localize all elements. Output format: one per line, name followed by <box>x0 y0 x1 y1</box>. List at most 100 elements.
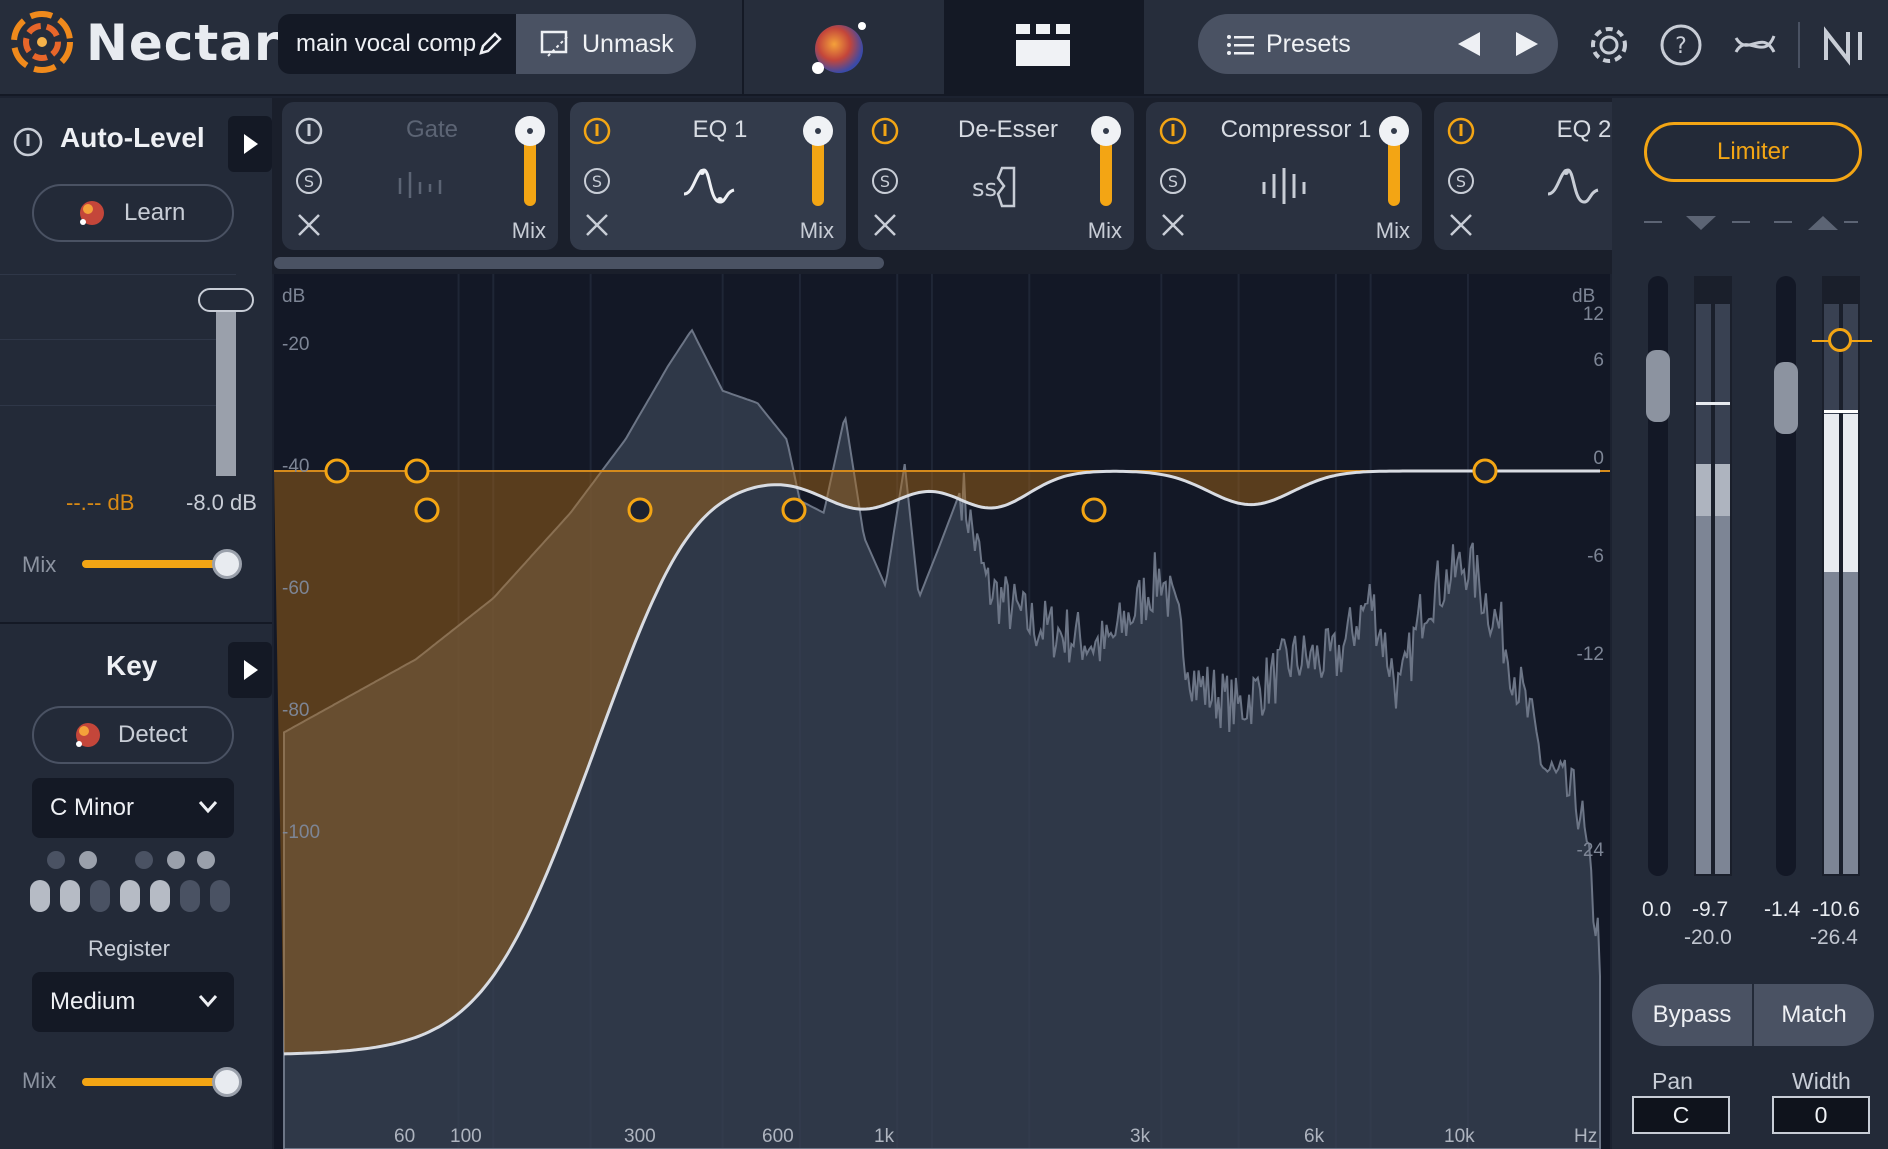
top-bar: Nectar main vocal comp Unmask Presets ? <box>0 0 1888 96</box>
module-chain-scrollbar[interactable] <box>274 257 884 269</box>
limiter-button[interactable]: Limiter <box>1644 122 1862 182</box>
module-type-icon: ss <box>972 166 1016 208</box>
input-peak-value: -9.7 <box>1692 898 1729 921</box>
width-field[interactable]: 0 <box>1772 1096 1870 1134</box>
presets-button[interactable]: Presets <box>1266 14 1351 74</box>
chevron-down-icon <box>198 995 218 1008</box>
module-compressor-1[interactable]: S Compressor 1 Mix <box>1146 102 1422 250</box>
bypass-button[interactable]: Bypass <box>1632 984 1752 1046</box>
module-mix-knob[interactable] <box>1379 116 1409 146</box>
right-axis-tick: -24 <box>1576 840 1604 861</box>
freq-axis-tick: 1k <box>874 1126 895 1147</box>
eq-band-node[interactable] <box>781 497 807 523</box>
svg-text:S: S <box>304 172 314 191</box>
register-dropdown[interactable]: Medium <box>32 972 234 1032</box>
module-mix-knob[interactable] <box>515 116 545 146</box>
auto-level-power-icon[interactable] <box>12 126 44 158</box>
left-panel: Auto-Level Learn --.-- dB -8.0 dB Mix Ke… <box>0 98 272 1149</box>
eq-band-node[interactable] <box>414 497 440 523</box>
module-type-icon <box>1547 168 1599 204</box>
module-de-esser[interactable]: S De-Esser ss Mix <box>858 102 1134 250</box>
limiter-threshold-knob[interactable] <box>1828 328 1852 352</box>
module-remove-icon[interactable] <box>296 212 322 238</box>
module-solo-icon[interactable]: S <box>1446 166 1476 196</box>
detect-label: Detect <box>118 721 188 748</box>
module-name: Gate <box>405 116 459 143</box>
module-solo-icon[interactable]: S <box>1158 166 1188 196</box>
module-mix-label: Mix <box>511 218 546 243</box>
help-icon[interactable]: ? <box>1658 22 1704 68</box>
module-gate[interactable]: S Gate Mix <box>282 102 558 250</box>
unmask-button[interactable]: Unmask <box>516 14 696 74</box>
key-dropdown[interactable]: C Minor <box>32 778 234 838</box>
key-mix-knob[interactable] <box>212 1067 243 1097</box>
output-gain-handle[interactable] <box>1774 362 1798 434</box>
eq-spectrum-graph[interactable] <box>274 274 1610 1149</box>
eq-band-node[interactable] <box>627 497 653 523</box>
key-scale-keyboard[interactable] <box>30 850 236 916</box>
module-grid-icon <box>1016 24 1070 66</box>
panel-divider <box>0 622 272 624</box>
module-power-icon[interactable] <box>1158 116 1188 146</box>
freq-axis-tick: 600 <box>762 1126 794 1147</box>
pan-field[interactable]: C <box>1632 1096 1730 1134</box>
module-power-icon[interactable] <box>582 116 612 146</box>
previous-preset-icon[interactable] <box>1456 30 1482 58</box>
register-label: Register <box>88 936 170 961</box>
svg-text:S: S <box>880 172 890 191</box>
module-power-icon[interactable] <box>294 116 324 146</box>
width-label: Width <box>1792 1068 1851 1094</box>
module-mix-knob[interactable] <box>803 116 833 146</box>
register-value: Medium <box>50 988 136 1015</box>
svg-text:S: S <box>1456 172 1466 191</box>
next-preset-icon[interactable] <box>1514 30 1540 58</box>
auto-level-expand-button[interactable] <box>228 116 272 172</box>
learn-button[interactable]: Learn <box>32 184 234 242</box>
module-remove-icon[interactable] <box>1448 212 1474 238</box>
key-expand-button[interactable] <box>228 642 272 698</box>
svg-text:ss: ss <box>972 174 997 202</box>
input-gain-handle[interactable] <box>1646 350 1670 422</box>
module-eq-1[interactable]: S EQ 1 Mix <box>570 102 846 250</box>
pencil-icon[interactable] <box>476 30 504 58</box>
eq-band-node[interactable] <box>1472 458 1498 484</box>
relay-link-icon[interactable] <box>1732 22 1778 68</box>
assistant-orb-icon <box>80 201 104 225</box>
svg-text:S: S <box>592 172 602 191</box>
right-axis-tick: 6 <box>1593 350 1604 371</box>
detect-button[interactable]: Detect <box>32 706 234 764</box>
eq-band-node[interactable] <box>1081 497 1107 523</box>
freq-axis-tick: 300 <box>624 1126 656 1147</box>
module-power-icon[interactable] <box>870 116 900 146</box>
unmask-icon <box>540 30 569 57</box>
top-divider <box>1142 0 1144 96</box>
eq-display[interactable]: dB dB -20 -40 -60 -80 -100 12 6 0 -6 -12 -24 60 100 3… <box>274 274 1610 1149</box>
module-mix-knob[interactable] <box>1091 116 1121 146</box>
match-button[interactable]: Match <box>1754 984 1874 1046</box>
right-axis-tick: -6 <box>1587 546 1604 567</box>
auto-level-mix-knob[interactable] <box>212 549 243 579</box>
module-solo-icon[interactable]: S <box>870 166 900 196</box>
eq-band-node[interactable] <box>404 458 430 484</box>
left-axis-tick: -100 <box>282 822 321 843</box>
auto-level-mix-label: Mix <box>22 552 57 577</box>
level-range-handle[interactable] <box>198 288 254 312</box>
input-rms-value: -20.0 <box>1684 926 1732 949</box>
module-remove-icon[interactable] <box>584 212 610 238</box>
module-remove-icon[interactable] <box>1160 212 1186 238</box>
module-remove-icon[interactable] <box>872 212 898 238</box>
nectar-logo-icon <box>11 11 73 73</box>
top-divider <box>742 0 744 96</box>
module-solo-icon[interactable]: S <box>582 166 612 196</box>
module-eq-2[interactable]: SEQ 2Mix <box>1434 102 1612 250</box>
module-mix-label: Mix <box>1375 218 1410 243</box>
left-axis-unit: dB <box>282 286 306 307</box>
left-axis-tick: -60 <box>282 578 310 599</box>
module-power-icon[interactable] <box>1446 116 1476 146</box>
svg-text:?: ? <box>1675 34 1687 59</box>
settings-gear-icon[interactable] <box>1586 22 1632 68</box>
module-name: EQ 2 <box>1556 116 1612 143</box>
assistant-orb-icon[interactable] <box>810 20 868 78</box>
eq-band-node[interactable] <box>324 458 350 484</box>
module-solo-icon[interactable]: S <box>294 166 324 196</box>
